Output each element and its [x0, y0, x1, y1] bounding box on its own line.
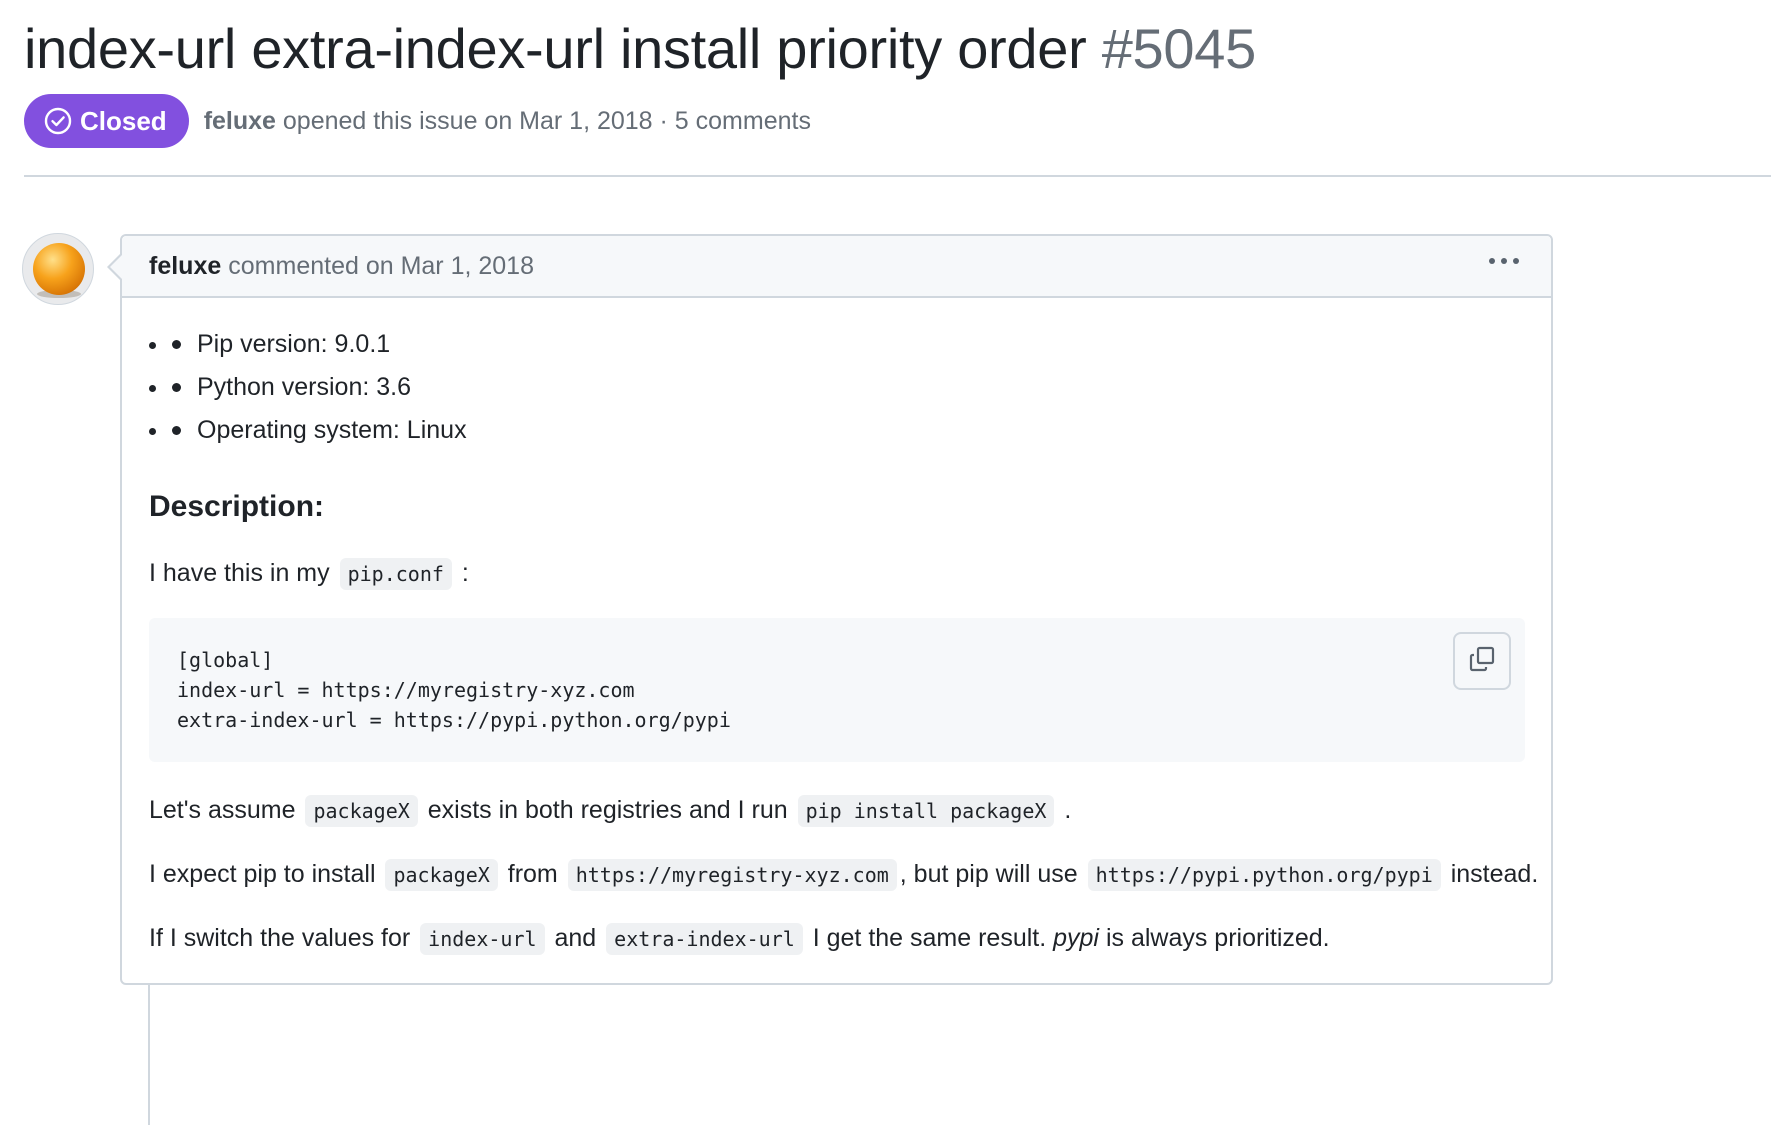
issue-title-text: index-url extra-index-url install priori…: [24, 17, 1087, 80]
inline-code: extra-index-url: [606, 923, 803, 955]
issue-page: index-url extra-index-url install priori…: [0, 0, 1771, 1125]
comment-timestamp[interactable]: commented on Mar 1, 2018: [228, 252, 534, 281]
para-text: If I switch the values for: [149, 924, 418, 952]
para-text: Let's assume: [149, 796, 303, 824]
inline-code: pip install packageX: [797, 795, 1055, 827]
avatar[interactable]: [22, 233, 94, 305]
para-text: is always prioritized.: [1099, 924, 1330, 952]
list-item: Operating system: Linux: [170, 412, 467, 455]
comment-header: feluxe commented on Mar 1, 2018: [122, 236, 1551, 298]
para-text: .: [1057, 796, 1072, 824]
inline-code: packageX: [305, 795, 418, 827]
para-text: I get the same result.: [805, 924, 1054, 952]
kebab-dot: [1501, 258, 1507, 264]
issue-meta-rest: opened this issue on Mar 1, 2018 · 5 com…: [275, 106, 811, 135]
kebab-horizontal-icon[interactable]: [1489, 258, 1519, 264]
inline-code: index-url: [420, 923, 545, 955]
copy-button[interactable]: [1453, 632, 1511, 690]
paragraph-assume: Let's assume packageX exists in both reg…: [149, 792, 1071, 829]
para-text: I have this in my: [149, 559, 337, 587]
paragraph-expect: I expect pip to install packageX from ht…: [149, 856, 1538, 893]
para-text: I expect pip to install: [149, 860, 383, 888]
kebab-dot: [1513, 258, 1519, 264]
para-text: :: [454, 559, 469, 587]
para-text: from: [500, 860, 565, 888]
inline-code: packageX: [385, 859, 498, 891]
list-item: Pip version: 9.0.1: [170, 326, 467, 369]
kebab-dot: [1489, 258, 1495, 264]
issue-number: #5045: [1101, 17, 1257, 80]
inline-code: pip.conf: [339, 558, 452, 590]
issue-title: index-url extra-index-url install priori…: [24, 10, 1256, 88]
issue-meta: Closed feluxe opened this issue on Mar 1…: [24, 94, 811, 148]
state-badge: Closed: [24, 94, 189, 148]
issue-meta-text: feluxe opened this issue on Mar 1, 2018 …: [204, 107, 811, 136]
list-item: Python version: 3.6: [170, 369, 467, 412]
environment-list: Pip version: 9.0.1 Python version: 3.6 O…: [170, 326, 467, 455]
code-block: [global] index-url = https://myregistry-…: [149, 618, 1525, 762]
comment-pointer-fill: [110, 255, 122, 279]
orange-ball-icon: [33, 243, 85, 295]
header-divider: [24, 175, 1771, 177]
paragraph-pip-conf: I have this in my pip.conf :: [149, 555, 469, 592]
para-text: , but pip will use: [899, 860, 1085, 888]
description-heading: Description:: [149, 490, 325, 523]
timeline-line: [148, 984, 150, 1125]
para-text: instead.: [1443, 860, 1539, 888]
check-circle-icon: [44, 107, 72, 135]
emphasis: pypi: [1053, 924, 1099, 952]
comment-author-link[interactable]: feluxe: [149, 252, 221, 281]
para-text: exists in both registries and I run: [420, 796, 795, 824]
issue-author-link[interactable]: feluxe: [204, 107, 276, 135]
code-block-content: [global] index-url = https://myregistry-…: [177, 648, 731, 732]
inline-code: https://pypi.python.org/pypi: [1087, 859, 1441, 891]
para-text: and: [547, 924, 604, 952]
inline-code: https://myregistry-xyz.com: [567, 859, 897, 891]
state-label: Closed: [80, 105, 167, 136]
paragraph-switch: If I switch the values for index-url and…: [149, 920, 1330, 957]
copy-icon: [1467, 644, 1497, 679]
